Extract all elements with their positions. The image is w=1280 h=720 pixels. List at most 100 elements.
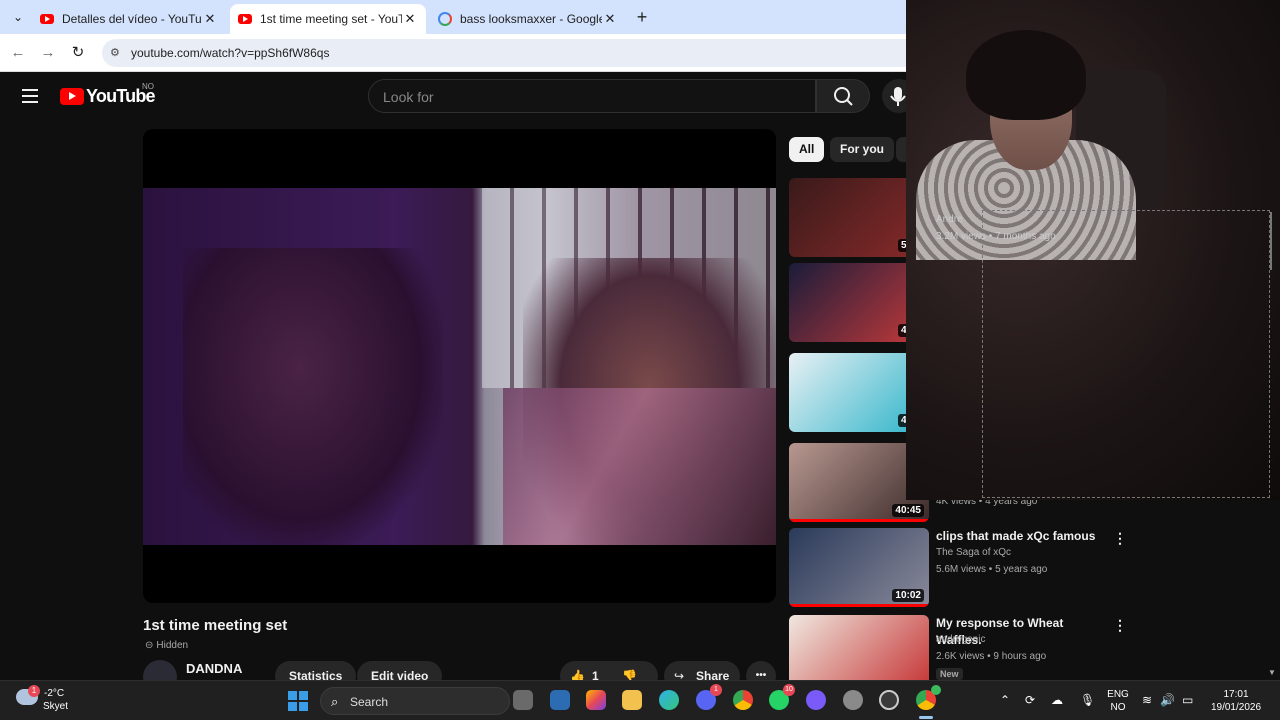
video-frame[interactable] xyxy=(143,188,776,545)
watch-progress-bar xyxy=(789,519,929,522)
whatsapp-icon[interactable]: 10 xyxy=(769,684,795,710)
youtube-play-icon xyxy=(60,88,84,105)
webcam-overlay xyxy=(906,0,1280,500)
language-indicator-bottom[interactable]: NO xyxy=(1106,702,1130,713)
volume-icon[interactable]: 🔊 xyxy=(1160,693,1175,707)
microphone-icon xyxy=(890,87,906,106)
video-person-left xyxy=(183,248,443,545)
whatsapp-badge: 10 xyxy=(783,684,795,696)
link-icon: ⊝ xyxy=(145,639,154,651)
onedrive-cloud-icon[interactable]: ☁ xyxy=(1051,693,1063,707)
wifi-icon[interactable]: ≋ xyxy=(1142,693,1152,707)
more-options-icon[interactable]: ⋮ xyxy=(1113,618,1127,632)
scrollbar-thumb[interactable] xyxy=(1270,212,1272,270)
tab-title: Detalles del vídeo - YouTube St xyxy=(62,12,202,26)
youtube-favicon-icon xyxy=(40,14,54,24)
discord-icon[interactable]: 1 xyxy=(696,684,722,710)
search-placeholder: Look for xyxy=(383,89,434,105)
menu-icon[interactable] xyxy=(22,89,38,103)
chrome-profile-icon[interactable] xyxy=(733,690,753,710)
active-app-indicator xyxy=(919,716,933,719)
back-arrow-icon[interactable]: ← xyxy=(8,43,28,63)
recommendation-meta: 2.6K views • 9 hours ago xyxy=(936,651,1047,662)
taskbar-search-label: Search xyxy=(350,695,389,709)
video-duration: 40:45 xyxy=(892,504,924,517)
scroll-down-arrow-icon[interactable]: ▼ xyxy=(1268,668,1276,677)
file-explorer-icon[interactable] xyxy=(622,690,642,710)
watch-progress-bar xyxy=(789,604,929,607)
copilot-icon[interactable] xyxy=(586,690,606,710)
obs-icon[interactable] xyxy=(879,690,899,710)
taskbar-search[interactable]: ⌕ Search xyxy=(320,687,510,715)
windows-start-icon[interactable] xyxy=(288,691,308,711)
weather-description[interactable]: Skyet xyxy=(43,701,68,712)
browser-tab-strip: ⌄ Detalles del vídeo - YouTube St ✕ 1st … xyxy=(0,0,906,34)
search-input[interactable]: Look for xyxy=(368,79,816,113)
recommendation-thumbnail[interactable]: 10:02 xyxy=(789,528,929,607)
microphone-tray-icon[interactable]: 🎙 xyxy=(1080,693,1095,707)
selection-rectangle[interactable] xyxy=(982,210,1270,498)
search-icon: ⌕ xyxy=(331,694,339,709)
settings-gear-icon[interactable] xyxy=(843,690,863,710)
forward-arrow-icon[interactable]: → xyxy=(38,43,58,63)
tab-close-icon[interactable]: ✕ xyxy=(602,11,618,27)
weather-badge: 1 xyxy=(28,685,40,697)
recommendation-meta: 5.6M views • 5 years ago xyxy=(936,564,1048,575)
chrome-icon[interactable] xyxy=(916,685,941,710)
video-title: 1st time meeting set xyxy=(143,617,288,634)
url-text[interactable]: youtube.com/watch?v=ppSh6fW86qs xyxy=(131,46,329,60)
clock-time[interactable]: 17:01 xyxy=(1206,689,1266,700)
weather-temperature[interactable]: -2°C xyxy=(44,688,64,699)
video-duration: 10:02 xyxy=(892,589,924,602)
edge-icon[interactable] xyxy=(659,690,679,710)
search-button[interactable] xyxy=(816,79,870,113)
tab-title: 1st time meeting set - YouTube xyxy=(260,12,402,26)
reload-icon[interactable]: ↻ xyxy=(68,43,88,63)
browser-toolbar: ← → ↻ ⚙ youtube.com/watch?v=ppSh6fW86qs xyxy=(0,34,906,72)
visibility-label: Hidden xyxy=(156,639,189,651)
tray-overflow-chevron-icon[interactable]: ⌃ xyxy=(1000,693,1010,707)
chip-all[interactable]: All xyxy=(789,137,825,162)
tab-title: bass looksmaxxer - Google Sea xyxy=(460,12,602,26)
video-player[interactable] xyxy=(143,129,776,603)
rec-meta-visible: 3.2M views • 7 months ago xyxy=(936,231,1056,242)
sync-icon[interactable]: ⟳ xyxy=(1025,693,1035,707)
tab-video-details[interactable]: Detalles del vídeo - YouTube St ✕ xyxy=(32,4,226,34)
address-bar[interactable]: ⚙ youtube.com/watch?v=ppSh6fW86qs xyxy=(102,39,906,67)
windows-taskbar: 1 -2°C Skyet ⌕ Search 1 10 ⌃ ⟳ ☁ 🎙 ENG N… xyxy=(0,680,1280,720)
recommendation-item[interactable]: 10:02 clips that made xQc famous ⋮ The Sa… xyxy=(789,528,1127,608)
tab-current-video[interactable]: 1st time meeting set - YouTube ✕ xyxy=(230,4,426,34)
channel-name[interactable]: DANDNA xyxy=(186,661,242,676)
recommendation-title[interactable]: clips that made xQc famous xyxy=(936,528,1106,545)
webcam-person-hair xyxy=(966,30,1086,120)
messenger-icon[interactable] xyxy=(806,690,826,710)
microsoft-store-icon[interactable] xyxy=(550,690,570,710)
rec-channel-visible: Andre xyxy=(936,214,963,225)
visibility-badge: ⊝ Hidden xyxy=(145,638,188,652)
tab-close-icon[interactable]: ✕ xyxy=(402,11,418,27)
discord-badge: 1 xyxy=(710,684,722,696)
more-options-icon[interactable]: ⋮ xyxy=(1113,531,1127,545)
tab-search-chevron-icon[interactable]: ⌄ xyxy=(8,7,28,27)
chip-for-you[interactable]: For you xyxy=(830,137,894,162)
battery-icon[interactable]: ▭ xyxy=(1182,693,1193,707)
country-code: NO xyxy=(142,82,154,91)
tab-google-search[interactable]: bass looksmaxxer - Google Sea ✕ xyxy=(430,4,626,34)
tab-close-icon[interactable]: ✕ xyxy=(202,11,218,27)
new-tab-button[interactable]: + xyxy=(632,7,652,27)
new-badge: New xyxy=(936,668,963,680)
scrollbar[interactable] xyxy=(1266,210,1276,680)
youtube-favicon-icon xyxy=(238,14,252,24)
task-view-icon[interactable] xyxy=(513,690,533,710)
site-info-icon[interactable]: ⚙ xyxy=(110,46,124,60)
video-shirt xyxy=(503,388,776,545)
screen: ⌄ Detalles del vídeo - YouTube St ✕ 1st … xyxy=(0,0,1280,720)
recommendation-channel[interactable]: The Saga of xQc xyxy=(936,547,1011,558)
recommendation-channel[interactable]: androgenic xyxy=(936,634,985,645)
clock-date[interactable]: 19/01/2026 xyxy=(1206,702,1266,713)
chrome-update-dot xyxy=(931,685,941,695)
search-icon xyxy=(834,87,853,106)
google-favicon-icon xyxy=(438,12,452,26)
language-indicator-top[interactable]: ENG xyxy=(1106,689,1130,700)
youtube-logo[interactable]: YouTube NO xyxy=(60,82,156,107)
